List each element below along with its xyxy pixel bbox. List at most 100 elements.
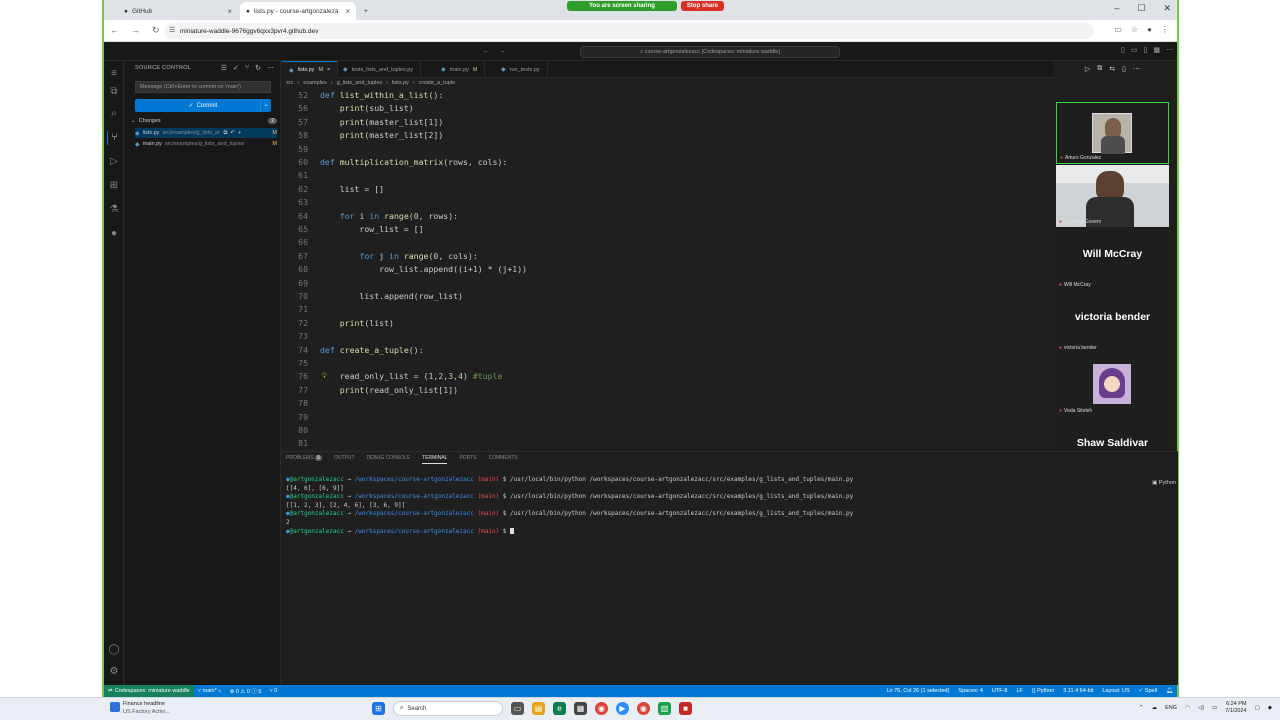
code-line[interactable]: 61 bbox=[282, 169, 1054, 182]
close-icon[interactable]: ✕ bbox=[1163, 3, 1171, 14]
language-status[interactable]: {} Python bbox=[1032, 688, 1054, 694]
site-info-icon[interactable]: ☰ bbox=[169, 26, 175, 34]
tab-main-py[interactable]: ◆ main.py M bbox=[434, 61, 486, 78]
testing-icon[interactable]: ⚗ bbox=[107, 203, 121, 217]
more-icon[interactable]: ⋯ bbox=[1133, 65, 1140, 73]
chrome-icon[interactable]: ◉ bbox=[637, 702, 650, 715]
new-tab-button[interactable]: + bbox=[358, 2, 374, 20]
code-line[interactable]: 78 bbox=[282, 397, 1054, 410]
code-line[interactable]: 81 bbox=[282, 437, 1054, 450]
participant-tile-arturo[interactable]: ● Arturo Gonzalez bbox=[1056, 102, 1169, 164]
source-control-icon[interactable]: ⑂ bbox=[107, 131, 121, 145]
code-line[interactable]: 67 for j in range(0, cols): bbox=[282, 250, 1054, 263]
zoom-icon[interactable]: ▶ bbox=[616, 702, 629, 715]
refresh-icon[interactable]: ↻ bbox=[255, 64, 261, 72]
changed-file-lists[interactable]: ◆ lists.py src/examples/g_lists_and_tupl… bbox=[135, 128, 277, 138]
eol-status[interactable]: LF bbox=[1016, 688, 1022, 694]
open-changes-icon[interactable]: ⇆ bbox=[1109, 65, 1115, 73]
cast-icon[interactable]: ▭ bbox=[1114, 25, 1122, 34]
tab-run-tests[interactable]: ◆ run_tests.py bbox=[494, 61, 548, 78]
terminal-output[interactable]: ●@artgonzalezacc → /workspaces/course-ar… bbox=[286, 476, 853, 536]
file-explorer-icon[interactable]: ▤ bbox=[532, 702, 545, 715]
close-icon[interactable]: × bbox=[345, 7, 350, 16]
run-icon[interactable]: ▷ bbox=[1085, 65, 1090, 73]
more-icon[interactable]: ⋯ bbox=[1166, 46, 1173, 54]
breadcrumb-item[interactable]: src bbox=[286, 80, 293, 86]
cursor-position[interactable]: Ln 76, Col 26 (1 selected) bbox=[886, 688, 949, 694]
tab-output[interactable]: OUTPUT bbox=[334, 455, 355, 464]
breadcrumb-item[interactable]: examples bbox=[303, 80, 327, 86]
code-line[interactable]: 63 bbox=[282, 196, 1054, 209]
tab-problems[interactable]: PROBLEMS 5 bbox=[286, 455, 322, 464]
ports-status[interactable]: ⑂ 0 bbox=[265, 688, 281, 694]
lightbulb-icon[interactable]: 💡︎ bbox=[322, 370, 327, 383]
discard-icon[interactable]: ↶ bbox=[230, 130, 235, 137]
profile-icon[interactable]: ● bbox=[1147, 25, 1152, 34]
indentation-status[interactable]: Spaces: 4 bbox=[958, 688, 982, 694]
view-list-icon[interactable]: ☰ bbox=[221, 64, 227, 72]
code-line[interactable]: 57 print(master_list[1]) bbox=[282, 116, 1054, 129]
code-line[interactable]: 74 def create_a_tuple(): bbox=[282, 344, 1054, 357]
participant-tile-david[interactable]: ● David McGovern bbox=[1056, 165, 1169, 227]
commit-button[interactable]: ✓ Commit ⌄ bbox=[135, 99, 271, 112]
copilot-icon[interactable]: ◆ bbox=[1268, 705, 1272, 711]
code-line[interactable]: 71 bbox=[282, 303, 1054, 316]
toggle-aux-icon[interactable]: ▯ bbox=[1144, 46, 1148, 54]
branch-status[interactable]: ⑂ main* ↻ bbox=[194, 688, 226, 694]
tab-debug-console[interactable]: DEBUG CONSOLE bbox=[367, 455, 411, 464]
url-field[interactable]: ☰ miniature-waddle-9676ggv6qxx3pvr4.gith… bbox=[164, 23, 1094, 39]
wifi-icon[interactable]: ◠ bbox=[1185, 705, 1190, 711]
clock[interactable]: 6:24 PM 7/1/2024 bbox=[1225, 701, 1246, 715]
code-line[interactable]: 72 print(list) bbox=[282, 317, 1054, 330]
browser-tab-lists[interactable]: ● lists.py - course-artgonzalezacc × bbox=[240, 2, 356, 20]
code-line[interactable]: 65 row_list = [] bbox=[282, 223, 1054, 236]
breadcrumb-item[interactable]: create_a_tuple bbox=[419, 80, 455, 86]
battery-icon[interactable]: ▭ bbox=[1212, 705, 1217, 711]
tab-ports[interactable]: PORTS bbox=[459, 455, 476, 464]
extensions-icon[interactable]: ⊞ bbox=[107, 179, 121, 193]
tab-comments[interactable]: COMMENTS bbox=[489, 455, 518, 464]
problems-status[interactable]: ⊗ 0 ⚠ 0 ⓘ 5 bbox=[226, 687, 266, 695]
code-line[interactable]: 77 print(read_only_list[1]) bbox=[282, 384, 1054, 397]
run-debug-icon[interactable]: ▷ bbox=[107, 155, 121, 169]
widgets-news[interactable]: Finance headline US Factory Activi... bbox=[110, 700, 169, 716]
changed-file-main[interactable]: ◆ main.py src/examples/g_lists_and_tuple… bbox=[135, 139, 277, 149]
changes-group[interactable]: ⌄ Changes 2 bbox=[131, 118, 277, 124]
cloud-icon[interactable]: ☁ bbox=[1152, 705, 1158, 711]
edge-icon[interactable]: e bbox=[553, 702, 566, 715]
code-line[interactable]: 60 def multiplication_matrix(rows, cols): bbox=[282, 156, 1054, 169]
terminal-instance[interactable]: ▣ Python bbox=[1152, 480, 1176, 486]
forward-icon[interactable]: → bbox=[498, 46, 514, 55]
taskbar-search[interactable]: ⌕ Search bbox=[393, 701, 503, 716]
browser-tab-github[interactable]: ● GitHub × bbox=[118, 2, 238, 20]
participant-tile-veda[interactable]: ● Veda Sitoleh bbox=[1056, 354, 1169, 416]
remote-indicator[interactable]: ⇌ Codespaces: miniature waddle bbox=[104, 685, 194, 697]
task-view-icon[interactable]: ▭ bbox=[511, 702, 524, 715]
toggle-panel-icon[interactable]: ▭ bbox=[1131, 46, 1138, 54]
breadcrumb-item[interactable]: g_lists_and_tuples bbox=[337, 80, 383, 86]
store-icon[interactable]: ▦ bbox=[574, 702, 587, 715]
command-center[interactable]: ⌕ course-artgonzalezacc [Codespaces: min… bbox=[580, 46, 840, 58]
spell-status[interactable]: ✓ Spell bbox=[1139, 688, 1157, 694]
code-line[interactable]: 76 read_only_list = (1,2,3,4) #tuple 💡︎ bbox=[282, 370, 1054, 383]
menu-dots-icon[interactable]: ⋮ bbox=[1161, 25, 1169, 34]
chrome-icon[interactable]: ◉ bbox=[595, 702, 608, 715]
close-icon[interactable]: × bbox=[327, 67, 330, 73]
split-editor-icon[interactable]: ⧉ bbox=[1097, 65, 1102, 73]
github-icon[interactable]: ● bbox=[107, 227, 121, 241]
code-line[interactable]: 59 bbox=[282, 143, 1054, 156]
more-icon[interactable]: ⋯ bbox=[267, 64, 274, 72]
minimize-icon[interactable]: – bbox=[1114, 3, 1119, 14]
volume-icon[interactable]: ◁) bbox=[1198, 705, 1204, 711]
participant-tile-victoria[interactable]: victoria bender ● victoria bender bbox=[1056, 291, 1169, 353]
forward-icon[interactable]: → bbox=[131, 25, 140, 36]
start-icon[interactable]: ⊞ bbox=[372, 702, 385, 715]
code-line[interactable]: 56 print(sub_list) bbox=[282, 102, 1054, 115]
close-icon[interactable]: × bbox=[227, 7, 232, 16]
code-line[interactable]: 75 bbox=[282, 357, 1054, 370]
back-icon[interactable]: ← bbox=[110, 25, 119, 36]
record-icon[interactable]: ■ bbox=[679, 702, 692, 715]
back-icon[interactable]: ← bbox=[482, 46, 498, 55]
keyboard-layout-status[interactable]: Layout: US bbox=[1102, 688, 1129, 694]
code-line[interactable]: 70 list.append(row_list) bbox=[282, 290, 1054, 303]
